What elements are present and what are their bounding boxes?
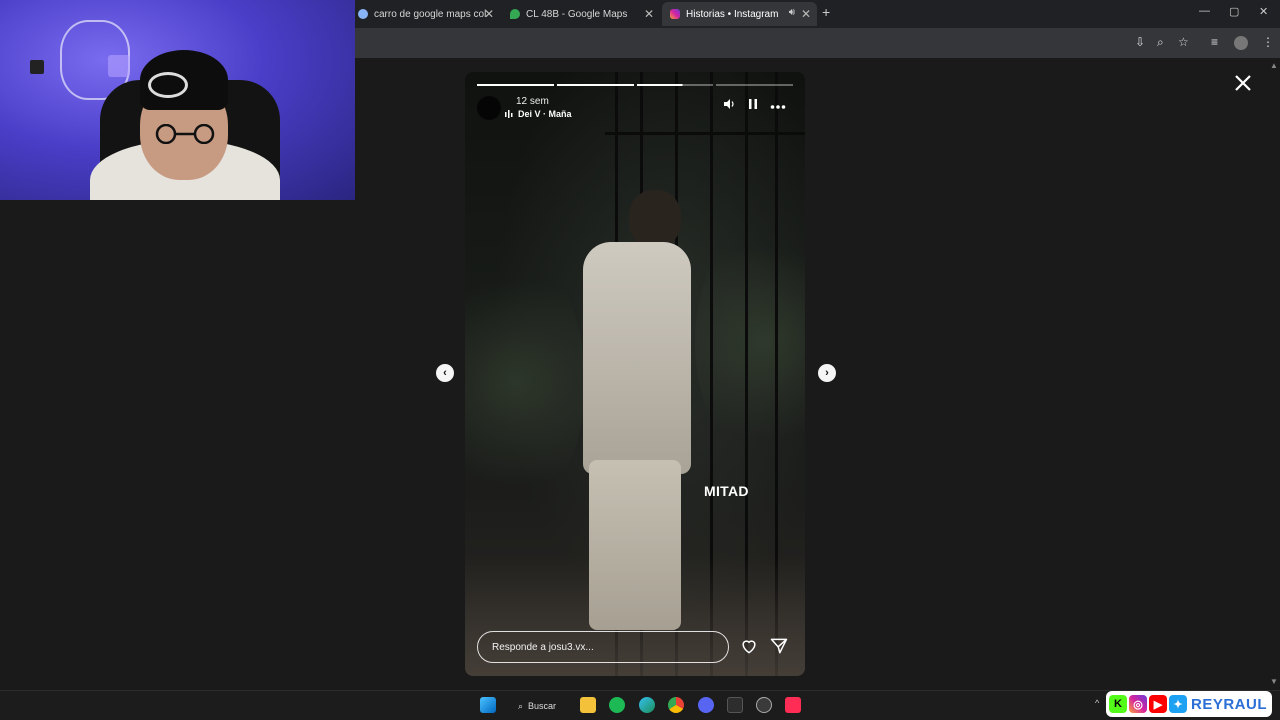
author-avatar[interactable] [477, 96, 501, 120]
scroll-down-arrow-icon[interactable]: ▼ [1270, 677, 1278, 686]
story-time-ago: 12 sem [516, 96, 549, 107]
tab-label: carro de google maps colombia [374, 8, 486, 20]
tab-label: Historias • Instagram [686, 8, 779, 20]
story-caption: MITAD [704, 483, 749, 499]
progress-segment-current [636, 84, 714, 86]
system-tray-chevron-icon[interactable]: ^ [1095, 698, 1099, 708]
profile-avatar[interactable] [1234, 36, 1248, 50]
story-progress-bar [477, 84, 793, 86]
github-icon[interactable] [756, 697, 772, 713]
reply-input[interactable]: Responde a josu3.vx... [477, 631, 729, 663]
share-send-icon[interactable] [769, 636, 791, 658]
tab-close-icon[interactable]: ✕ [801, 7, 811, 21]
progress-segment [716, 84, 793, 86]
google-icon [358, 9, 368, 19]
edge-icon[interactable] [639, 697, 655, 713]
webcam-overlay [0, 0, 355, 200]
tab-google-maps[interactable]: CL 48B - Google Maps ✕ [502, 2, 660, 26]
kick-icon: K [1109, 695, 1127, 713]
tab-close-icon[interactable]: ✕ [484, 7, 494, 21]
discord-icon[interactable] [698, 697, 714, 713]
file-explorer-icon[interactable] [580, 697, 596, 713]
twitter-icon: ✦ [1169, 695, 1187, 713]
next-story-button[interactable]: › [818, 364, 836, 382]
tab-label: CL 48B - Google Maps [526, 8, 628, 20]
media-controls-icon[interactable]: ≡ [1211, 35, 1218, 49]
maximize-button[interactable]: ▢ [1229, 5, 1239, 18]
audio-bars-icon [505, 110, 513, 118]
bookmark-star-icon[interactable]: ☆ [1178, 35, 1189, 49]
scroll-up-arrow-icon[interactable]: ▲ [1270, 61, 1278, 70]
zoom-icon[interactable]: ⌕ [1157, 35, 1164, 50]
new-tab-button[interactable]: + [822, 4, 830, 20]
maps-pin-icon [510, 9, 520, 19]
close-window-button[interactable]: ✕ [1259, 5, 1268, 18]
reply-placeholder: Responde a josu3.vx... [492, 641, 594, 653]
tab-instagram-stories[interactable]: Historias • Instagram 🔊︎ ✕ [662, 2, 817, 26]
instagram-icon: ◎ [1129, 695, 1147, 713]
tab-google-search[interactable]: carro de google maps colombia ✕ [350, 2, 500, 26]
like-heart-icon[interactable] [739, 636, 761, 658]
story-viewer[interactable]: 12 sem Dei V · Maña MITAD Responde a jos… [465, 72, 805, 676]
windows-start-icon[interactable] [480, 697, 496, 713]
volume-icon[interactable] [723, 98, 735, 113]
story-media [465, 72, 805, 676]
tab-close-icon[interactable]: ✕ [644, 7, 654, 21]
story-music[interactable]: Dei V · Maña [505, 109, 572, 119]
more-options-icon[interactable] [770, 98, 786, 113]
terminal-icon[interactable] [727, 697, 743, 713]
screen: carro de google maps colombia ✕ CL 48B -… [0, 0, 1280, 720]
install-app-icon[interactable]: ⇩ [1135, 35, 1145, 49]
previous-story-button[interactable]: ‹ [436, 364, 454, 382]
progress-segment [477, 84, 554, 86]
browser-menu-icon[interactable]: ⋮ [1262, 35, 1274, 49]
windows-taskbar: ⌕ Buscar [0, 690, 1280, 720]
streamer-name: REYRAUL [1191, 695, 1268, 713]
pause-icon[interactable] [748, 98, 758, 113]
tiktok-icon[interactable] [785, 697, 801, 713]
chrome-icon[interactable] [668, 697, 684, 713]
youtube-icon: ▶ [1149, 695, 1167, 713]
spotify-icon[interactable] [609, 697, 625, 713]
minimize-button[interactable]: — [1199, 5, 1210, 17]
search-label: Buscar [528, 701, 557, 711]
taskbar-search[interactable]: ⌕ Buscar [510, 696, 564, 716]
search-icon: ⌕ [518, 700, 524, 711]
instagram-icon [670, 9, 680, 19]
progress-segment [556, 84, 634, 86]
close-viewer-icon[interactable] [1233, 73, 1255, 95]
streamer-brand-overlay: K ◎ ▶ ✦ REYRAUL [1106, 691, 1272, 717]
audio-playing-icon[interactable]: 🔊︎ [789, 7, 795, 18]
music-label: Dei V · Maña [518, 109, 572, 119]
